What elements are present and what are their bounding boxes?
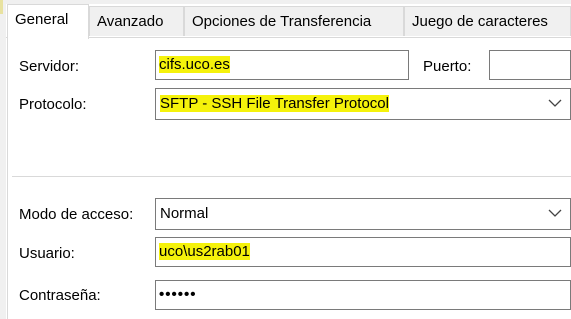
protocol-select[interactable]: SFTP - SSH File Transfer Protocol [155,88,571,120]
chevron-down-icon [548,209,562,217]
access-mode-value: Normal [160,205,209,222]
protocol-label: Protocolo: [19,96,87,113]
server-value: cifs.uco.es [159,56,230,73]
protocol-value: SFTP - SSH File Transfer Protocol [160,95,389,112]
access-mode-label: Modo de acceso: [19,206,134,223]
tab-label: Avanzado [97,13,164,30]
server-label: Servidor: [19,58,80,75]
section-separator [12,176,571,177]
server-input[interactable]: cifs.uco.es [155,50,409,80]
port-label: Puerto: [423,58,472,75]
tab-opciones-transferencia[interactable]: Opciones de Transferencia [184,6,404,36]
window-frame-left [0,0,6,319]
tab-juego-caracteres[interactable]: Juego de caracteres [404,6,571,36]
password-input[interactable]: •••••• [155,280,571,310]
password-label: Contraseña: [19,287,101,304]
tab-avanzado[interactable]: Avanzado [89,6,184,36]
password-value: •••••• [159,286,197,303]
tab-label: General [15,11,69,28]
chevron-down-icon [548,99,562,107]
user-value: uco\us2rab01 [159,243,250,260]
tab-general[interactable]: General [7,4,89,39]
tab-label: Opciones de Transferencia [192,13,372,30]
window-edge-highlight [0,0,3,14]
access-mode-select[interactable]: Normal [155,198,571,230]
user-input[interactable]: uco\us2rab01 [155,237,571,267]
tab-label: Juego de caracteres [412,13,548,30]
tab-strip: General Avanzado Opciones de Transferenc… [6,4,571,39]
port-input[interactable] [489,50,571,80]
user-label: Usuario: [19,245,75,262]
general-panel [7,38,571,319]
